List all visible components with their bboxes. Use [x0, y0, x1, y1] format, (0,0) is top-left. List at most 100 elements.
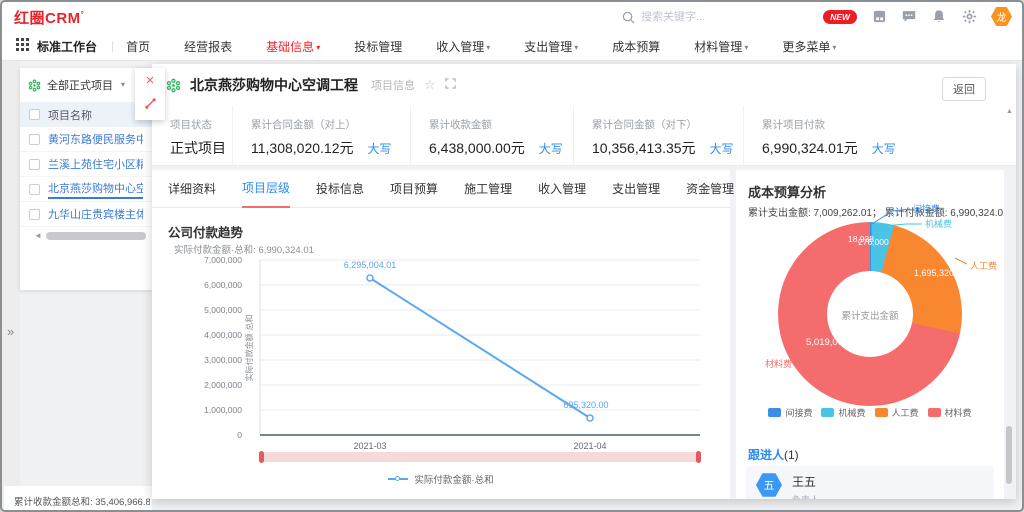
select-all-checkbox[interactable] [29, 109, 40, 120]
y-tick: 3,000,000 [204, 355, 242, 365]
follower-card[interactable]: 五 王五 负责人 [746, 466, 994, 499]
project-icon [166, 78, 181, 93]
row-checkbox[interactable] [29, 209, 40, 220]
uppercase-link[interactable]: 大写 [539, 140, 563, 157]
report-board-icon[interactable] [871, 9, 887, 25]
y-tick: 0 [237, 430, 242, 440]
uppercase-link[interactable]: 大写 [368, 140, 392, 157]
app-logo[interactable]: 红圈CRM° [14, 7, 84, 28]
y-tick: 4,000,000 [204, 330, 242, 340]
gear-icon[interactable] [961, 9, 977, 25]
tabs-overflow-button[interactable]: … [698, 178, 720, 193]
list-item[interactable]: 黄河东路便民服务中心幕… [20, 127, 152, 152]
project-list-panel: 全部正式项目 ▾ 项目名称 黄河东路便民服务中心幕… 兰溪上苑住宅小区精装修… … [20, 68, 152, 290]
row-checkbox[interactable] [29, 184, 40, 195]
row-checkbox[interactable] [29, 134, 40, 145]
scroll-up-arrow[interactable]: ▲ [1005, 108, 1014, 115]
global-search[interactable] [622, 7, 822, 27]
project-subtitle: 项目信息 [371, 77, 415, 93]
stat-value: 6,990,324.01元 [762, 138, 858, 158]
pie-chart-subtitle: 累计支出金额: 7,009,262.01； 累计付款金额: 6,990,324.… [748, 204, 1004, 219]
trend-line [370, 278, 590, 418]
slider-handle-left[interactable] [259, 451, 264, 463]
totals-status-text: 累计收款金额总和: 35,406,966.83； 累计 [14, 494, 150, 508]
y-tick: 6,000,000 [204, 280, 242, 290]
chevron-down-icon: ▾ [316, 43, 320, 52]
legend-swatch [928, 408, 941, 417]
nav-item-reports[interactable]: 经营报表 [184, 38, 232, 55]
user-avatar[interactable]: 龙 [991, 6, 1012, 27]
chart-zoom-slider[interactable] [260, 452, 700, 462]
legend-item[interactable]: 材料费 [928, 406, 972, 419]
workbench-label[interactable]: 标准工作台 [37, 38, 97, 55]
payment-trend-card: 详细资料 项目层级 投标信息 项目预算 施工管理 收入管理 支出管理 资金管理 … [152, 170, 730, 499]
legend-item[interactable]: 机械费 [821, 406, 865, 419]
y-axis-label: 实际付款金额·总和 [244, 315, 254, 382]
nav-item-basic-info[interactable]: 基础信息▾ [266, 38, 320, 55]
stat-label: 累计合同金额（对下） [592, 117, 743, 132]
stat-value: 10,356,413.35元 [592, 138, 696, 158]
back-button[interactable]: 返回 [942, 77, 986, 101]
project-link[interactable]: 黄河东路便民服务中心幕… [48, 131, 143, 147]
tab-income[interactable]: 收入管理 [538, 170, 586, 207]
message-icon[interactable] [901, 9, 917, 25]
scroll-left-arrow[interactable]: ◄ [34, 231, 42, 240]
legend-item[interactable]: 人工费 [875, 406, 919, 419]
legend-label: 实际付款金额·总和 [414, 472, 493, 486]
tab-project-hierarchy[interactable]: 项目层级 [242, 169, 290, 208]
tab-bid-info[interactable]: 投标信息 [316, 170, 364, 207]
y-tick: 5,000,000 [204, 305, 242, 315]
expand-diagonal-icon[interactable] [144, 97, 157, 115]
apps-grid-icon[interactable] [16, 38, 29, 54]
horizontal-scrollbar[interactable] [46, 232, 146, 240]
nav-item-expense[interactable]: 支出管理▾ [524, 38, 578, 55]
list-item-selected[interactable]: 北京燕莎购物中心空调工程 [20, 177, 152, 202]
follower-avatar: 五 [756, 472, 782, 498]
stat-value: 11,308,020.12元 [251, 138, 354, 158]
fullscreen-icon[interactable] [445, 76, 456, 94]
stat-contract-down: 累计合同金额（对下） 10,356,413.35元大写 [573, 106, 743, 165]
tab-expense[interactable]: 支出管理 [612, 170, 660, 207]
star-icon[interactable]: ☆ [424, 77, 436, 93]
project-filter-title[interactable]: 全部正式项目 [47, 77, 113, 93]
vertical-scrollbar[interactable]: ▲ [1005, 108, 1014, 496]
data-point[interactable] [587, 415, 593, 421]
nav-item-home[interactable]: 首页 [126, 38, 150, 55]
tab-project-budget[interactable]: 项目预算 [390, 170, 438, 207]
bell-icon[interactable] [931, 9, 947, 25]
nav-item-cost-budget[interactable]: 成本预算 [612, 38, 660, 55]
project-link[interactable]: 九华山庄贵宾楼主体工程 [48, 206, 143, 222]
scrollbar-thumb[interactable] [1006, 426, 1012, 484]
slider-handle-right[interactable] [696, 451, 701, 463]
line-chart-title: 公司付款趋势 [168, 222, 243, 241]
y-tick: 7,000,000 [204, 255, 242, 265]
new-badge[interactable]: NEW [823, 10, 857, 24]
tab-construction[interactable]: 施工管理 [464, 170, 512, 207]
nav-item-materials[interactable]: 材料管理▾ [694, 38, 748, 55]
nav-item-bidding[interactable]: 投标管理 [354, 38, 402, 55]
cost-budget-card: 成本预算分析 累计支出金额: 7,009,262.01； 累计付款金额: 6,9… [736, 170, 1004, 499]
stat-label: 累计合同金额（对上） [251, 117, 410, 132]
chevron-down-icon: ▾ [121, 80, 125, 89]
uppercase-link[interactable]: 大写 [872, 140, 896, 157]
close-icon[interactable]: × [146, 73, 155, 88]
point-label: 6,295,004.01 [344, 260, 397, 270]
stat-received: 累计收款金额 6,438,000.00元大写 [410, 106, 573, 165]
tab-details[interactable]: 详细资料 [168, 170, 216, 207]
data-point[interactable] [367, 275, 373, 281]
legend-item[interactable]: 间接费 [768, 406, 812, 419]
list-item[interactable]: 九华山庄贵宾楼主体工程 [20, 202, 152, 227]
line-chart-legend[interactable]: 实际付款金额·总和 [152, 472, 730, 486]
stat-value: 正式项目 [170, 138, 226, 158]
list-item[interactable]: 兰溪上苑住宅小区精装修… [20, 152, 152, 177]
project-link[interactable]: 北京燕莎购物中心空调工程 [48, 180, 143, 199]
chevron-down-icon: ▾ [486, 43, 490, 52]
row-checkbox[interactable] [29, 159, 40, 170]
nav-item-income[interactable]: 收入管理▾ [436, 38, 490, 55]
uppercase-link[interactable]: 大写 [710, 140, 734, 157]
nav-item-more[interactable]: 更多菜单▾ [782, 38, 836, 55]
project-link[interactable]: 兰溪上苑住宅小区精装修… [48, 156, 143, 172]
expand-sidebar-toggle[interactable]: » [7, 324, 14, 339]
pie-legend[interactable]: 间接费 机械费 人工费 材料费 [736, 406, 1004, 419]
search-input[interactable] [641, 11, 801, 23]
